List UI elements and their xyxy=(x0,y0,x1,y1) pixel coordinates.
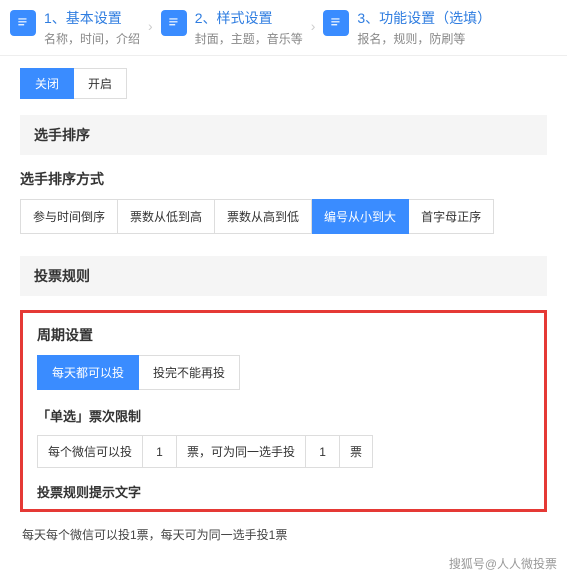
hint-text: 每天每个微信可以投1票，每天可为同一选手投1票 xyxy=(20,518,547,551)
section-rules-header: 投票规则 xyxy=(20,256,547,296)
step-title: 2、样式设置 xyxy=(195,8,303,28)
sort-label: 选手排序方式 xyxy=(20,169,547,189)
limit-text-3: 票 xyxy=(340,435,373,468)
step-1[interactable]: 1、基本设置 名称，时间，介绍 xyxy=(10,8,140,47)
limit-label: 「单选」票次限制 xyxy=(37,406,530,425)
cycle-options: 每天都可以投 投完不能再投 xyxy=(37,355,530,390)
step-sub: 封面，主题，音乐等 xyxy=(195,30,303,47)
sort-options: 参与时间倒序 票数从低到高 票数从高到低 编号从小到大 首字母正序 xyxy=(20,199,547,234)
step-icon xyxy=(323,10,349,36)
cycle-label: 周期设置 xyxy=(37,325,530,345)
sort-opt-time-desc[interactable]: 参与时间倒序 xyxy=(20,199,118,234)
limit-row: 每个微信可以投 1 票，可为同一选手投 1 票 xyxy=(37,435,530,468)
limit-text-1: 每个微信可以投 xyxy=(37,435,143,468)
sort-opt-votes-desc[interactable]: 票数从高到低 xyxy=(215,199,312,234)
sort-opt-alpha[interactable]: 首字母正序 xyxy=(409,199,494,234)
step-icon xyxy=(10,10,36,36)
step-title: 1、基本设置 xyxy=(44,8,140,28)
limit-input-2[interactable]: 1 xyxy=(306,435,340,468)
step-sub: 报名，规则，防刷等 xyxy=(357,30,491,47)
step-icon xyxy=(161,10,187,36)
step-2[interactable]: 2、样式设置 封面，主题，音乐等 xyxy=(161,8,303,47)
watermark: 搜狐号@人人微投票 xyxy=(0,551,567,578)
cycle-opt-once[interactable]: 投完不能再投 xyxy=(139,355,240,390)
step-title: 3、功能设置（选填） xyxy=(357,8,491,28)
limit-input-1[interactable]: 1 xyxy=(143,435,177,468)
cycle-opt-daily[interactable]: 每天都可以投 xyxy=(37,355,139,390)
hint-label: 投票规则提示文字 xyxy=(37,482,530,501)
chevron-right-icon: › xyxy=(311,18,316,34)
sort-opt-votes-asc[interactable]: 票数从低到高 xyxy=(118,199,215,234)
limit-text-2: 票，可为同一选手投 xyxy=(177,435,306,468)
wizard-steps: 1、基本设置 名称，时间，介绍 › 2、样式设置 封面，主题，音乐等 › 3、功… xyxy=(0,0,567,56)
step-3[interactable]: 3、功能设置（选填） 报名，规则，防刷等 xyxy=(323,8,491,47)
toggle-on[interactable]: 开启 xyxy=(74,68,127,99)
chevron-right-icon: › xyxy=(148,18,153,34)
sort-opt-id-asc[interactable]: 编号从小到大 xyxy=(312,199,409,234)
section-sort-header: 选手排序 xyxy=(20,115,547,155)
highlight-box: 周期设置 每天都可以投 投完不能再投 「单选」票次限制 每个微信可以投 1 票，… xyxy=(20,310,547,512)
step-sub: 名称，时间，介绍 xyxy=(44,30,140,47)
toggle-off[interactable]: 关闭 xyxy=(20,68,74,99)
toggle-group: 关闭 开启 xyxy=(20,68,547,99)
